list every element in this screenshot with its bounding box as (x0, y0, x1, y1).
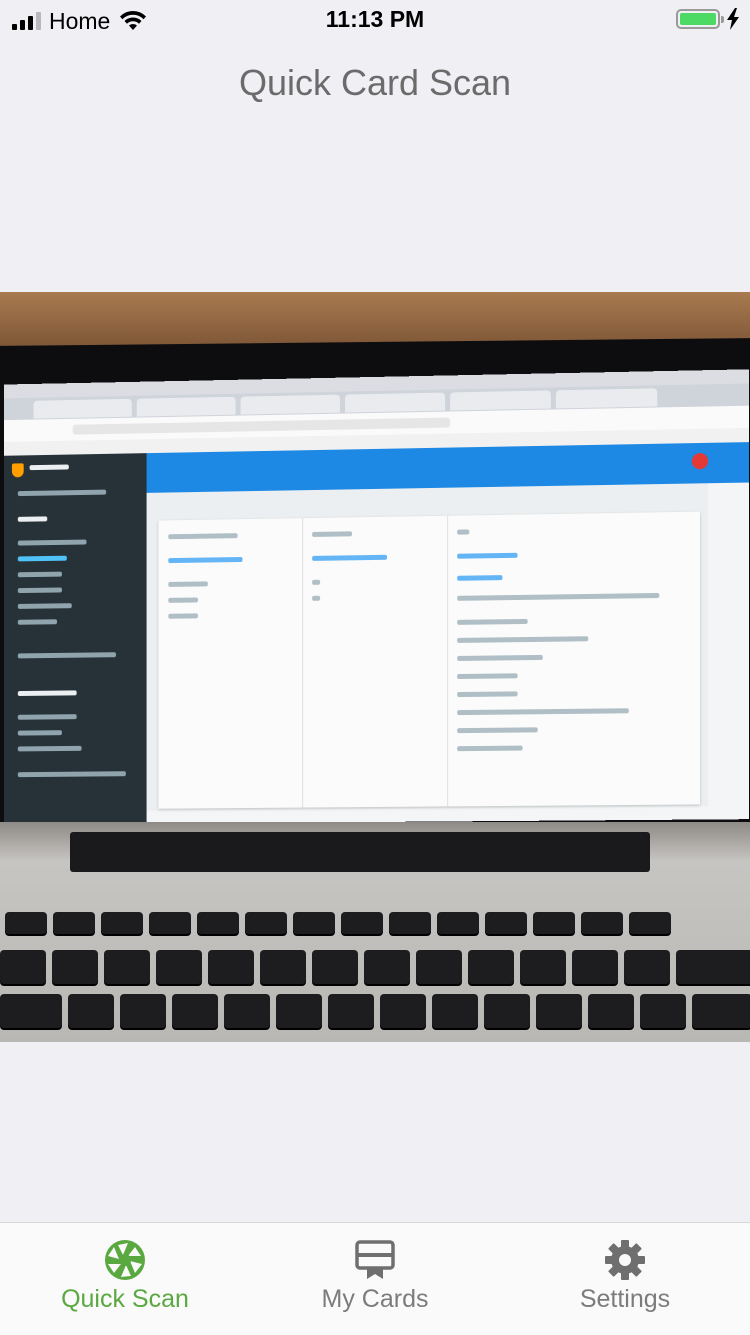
tab-quick-scan-label: Quick Scan (61, 1285, 189, 1313)
tab-bar: Quick Scan My Cards Settings (0, 1222, 750, 1335)
charging-bolt-icon (727, 8, 739, 30)
status-bar: Home 11:13 PM (0, 0, 750, 40)
tab-my-cards[interactable]: My Cards (250, 1223, 500, 1335)
firebase-content (146, 483, 709, 811)
aperture-icon (105, 1240, 145, 1280)
laptop-screen (4, 369, 749, 825)
firebase-sidebar (4, 453, 147, 825)
status-time: 11:13 PM (325, 6, 425, 32)
camera-preview[interactable] (0, 292, 750, 1042)
tab-settings[interactable]: Settings (500, 1223, 750, 1335)
cards-icon (355, 1240, 395, 1279)
battery-status (676, 8, 740, 30)
tab-quick-scan[interactable]: Quick Scan (0, 1223, 250, 1335)
gear-icon (605, 1240, 645, 1280)
page-title: Quick Card Scan (238, 62, 512, 103)
battery-icon (676, 9, 724, 29)
tab-my-cards-label: My Cards (321, 1285, 429, 1313)
tab-settings-label: Settings (579, 1285, 671, 1313)
